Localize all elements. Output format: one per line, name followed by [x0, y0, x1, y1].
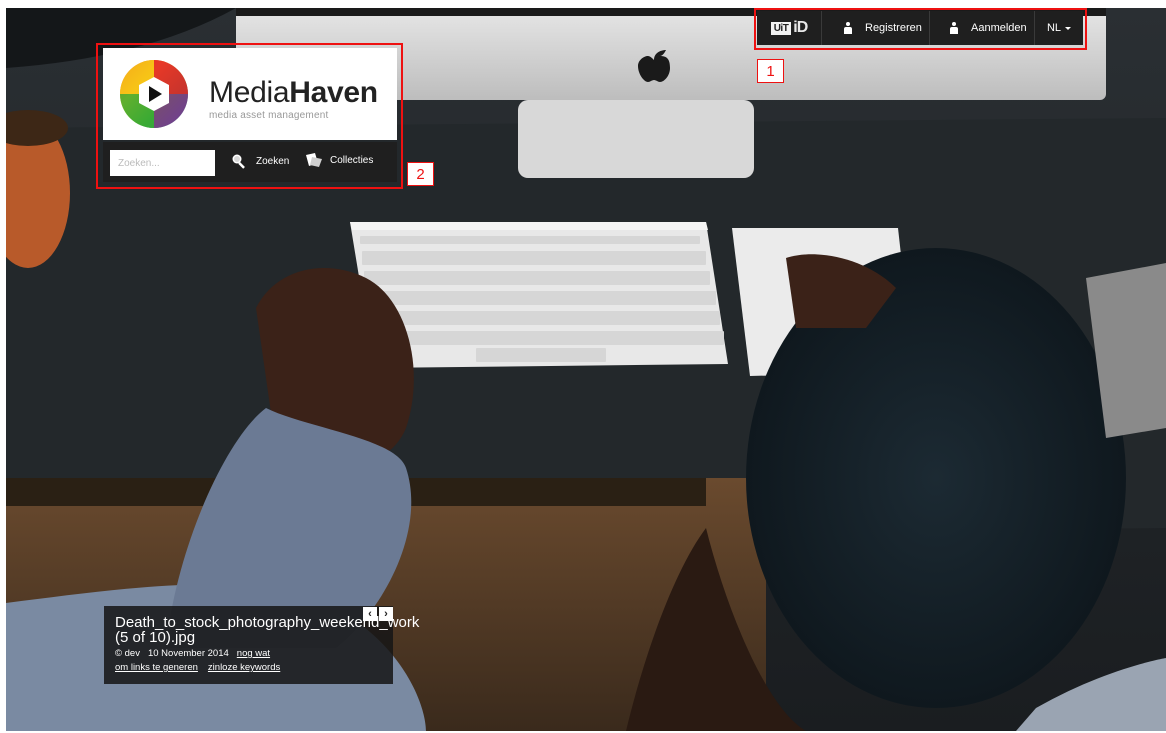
logo-tagline: media asset management — [209, 110, 329, 121]
caption-title: Death_to_stock_photography_weekend_work … — [115, 614, 420, 646]
search-button[interactable]: Zoeken — [231, 153, 289, 169]
caption-author: © dev — [115, 648, 140, 659]
caption-link[interactable]: zinloze keywords — [208, 662, 280, 673]
collections-button[interactable]: Collecties — [306, 153, 373, 167]
caption-link[interactable]: nog wat — [237, 648, 270, 659]
search-button-label: Zoeken — [256, 155, 290, 167]
image-caption: ‹ › Death_to_stock_photography_weekend_w… — [104, 606, 420, 684]
logo-title: MediaHaven — [209, 76, 378, 109]
annotation-number-header: 2 — [407, 162, 434, 186]
caption-date: 10 November 2014 — [147, 648, 229, 659]
search-input[interactable] — [110, 150, 215, 176]
annotation-box-nav — [754, 8, 1087, 50]
magnifier-icon — [232, 154, 245, 169]
caption-meta: © dev 10 November 2014 nog wat — [115, 648, 270, 659]
play-logo-icon — [120, 60, 188, 128]
collections-button-label: Collecties — [330, 154, 374, 166]
folder-icon — [306, 153, 322, 167]
caption-links: om links te generen zinloze keywords — [115, 662, 280, 673]
search-bar: Zoeken Collecties — [103, 142, 397, 182]
caption-link[interactable]: om links te generen — [115, 662, 198, 673]
mediahaven-logo[interactable]: MediaHaven media asset management — [103, 48, 397, 140]
annotation-number-nav: 1 — [757, 59, 784, 83]
